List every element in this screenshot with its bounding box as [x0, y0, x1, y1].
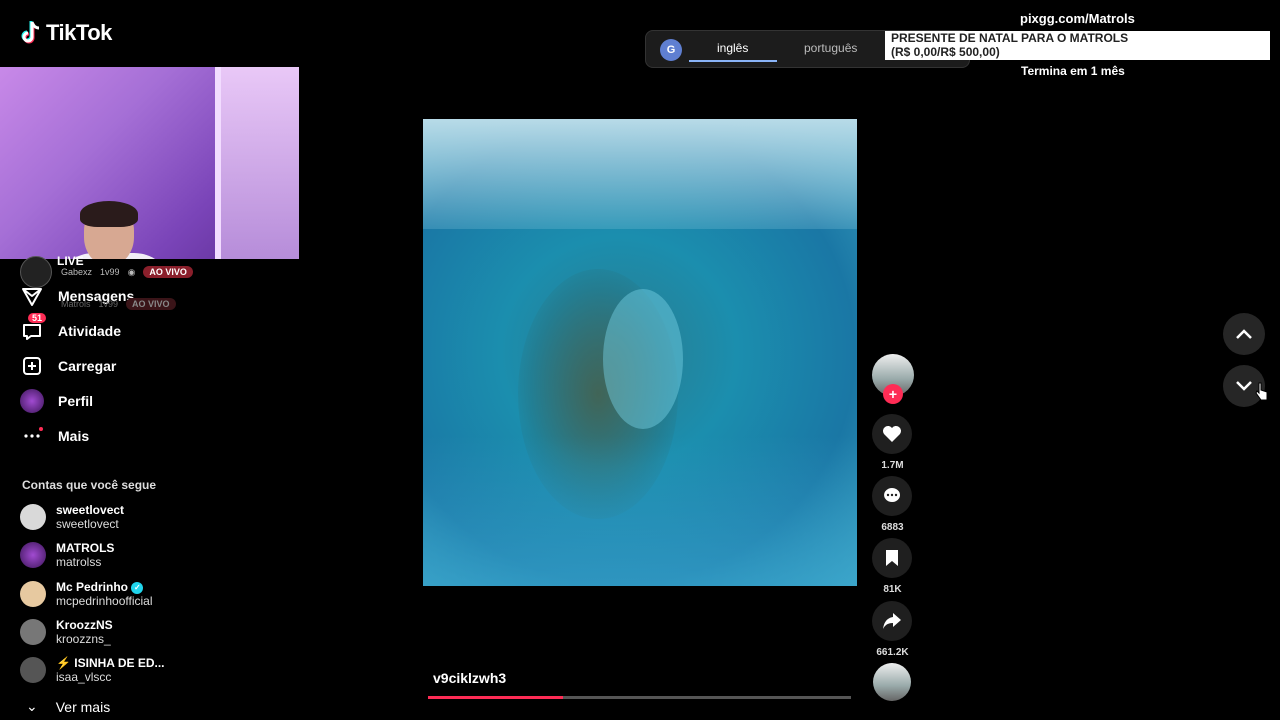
account-handle: mcpedrinhoofficial [56, 594, 153, 608]
tiktok-logo[interactable]: TikTok [20, 20, 112, 46]
nav-upload-label: Carregar [58, 358, 117, 374]
live-streamer-name: Gabexz [61, 267, 93, 277]
chevron-down-icon: ⌄ [26, 698, 38, 714]
avatar [20, 619, 46, 645]
video-bottom [423, 436, 857, 586]
video-progress-fill [428, 696, 564, 699]
activity-badge: 51 [28, 313, 47, 323]
video-player[interactable] [423, 119, 857, 586]
previous-video-button[interactable] [1223, 313, 1265, 355]
account-name: sweetlovect [56, 503, 125, 517]
logo-text: TikTok [46, 20, 112, 45]
following-section-title: Contas que você segue [22, 478, 157, 492]
comment-icon [872, 476, 912, 516]
video-progress-bar[interactable] [428, 696, 851, 699]
account-handle: kroozzns_ [56, 632, 111, 646]
share-button[interactable]: 661.2K [872, 601, 913, 658]
promo-title: PRESENTE DE NATAL PARA O MATROLS [891, 31, 1129, 45]
avatar [20, 504, 46, 530]
plus-square-icon [20, 354, 44, 378]
creator-avatar-button[interactable]: + [872, 354, 914, 404]
active-tab-indicator [689, 60, 777, 62]
avatar [20, 657, 46, 683]
nav-profile-label: Perfil [58, 393, 94, 409]
see-more-label: Ver mais [55, 698, 111, 715]
nav-more-label: Mais [58, 428, 90, 444]
account-name: KroozzNS [56, 618, 113, 632]
promo-amount: (R$ 0,00/R$ 500,00) [891, 45, 1000, 59]
account-handle: isaa_vlscc [56, 670, 112, 684]
promo-ends: Termina em 1 mês [1021, 64, 1125, 78]
live-row-gabexz[interactable]: Gabexz 1v99 ◉ AO VIVO [61, 266, 193, 278]
following-item[interactable]: KroozzNS kroozzns_ [20, 618, 113, 646]
viewer-count: 1v99 [98, 299, 119, 309]
account-handle: matrolss [56, 555, 102, 569]
tiktok-note-icon [21, 21, 40, 44]
nav-upload[interactable]: Carregar [20, 354, 116, 378]
account-handle: sweetlovect [56, 517, 119, 531]
bookmark-icon [872, 538, 912, 578]
live-badge: AO VIVO [143, 266, 193, 278]
send-icon [20, 284, 44, 308]
following-item[interactable]: sweetlovect sweetlovect [20, 503, 124, 531]
like-count: 1.7M [881, 460, 904, 471]
hand-cursor-icon [1255, 382, 1269, 407]
comment-count: 6883 [881, 522, 904, 533]
live-badge: AO VIVO [126, 298, 176, 310]
nav-activity[interactable]: 51 Atividade [20, 313, 122, 343]
webcam-overlay [0, 67, 299, 259]
save-count: 81K [883, 584, 902, 595]
video-sand [603, 289, 683, 429]
video-caption[interactable]: v9ciklzwh3 [433, 670, 506, 686]
follow-plus-icon[interactable]: + [883, 384, 903, 404]
more-dots-icon [20, 424, 44, 448]
avatar [20, 581, 46, 607]
google-translate-icon[interactable]: G [660, 39, 682, 61]
following-item[interactable]: MATROLS matrolss [20, 541, 114, 569]
chevron-down-icon [1236, 381, 1252, 391]
webcam-person-hair [80, 201, 138, 227]
profile-avatar [20, 389, 44, 413]
webcam-window [215, 67, 299, 259]
share-icon [872, 601, 912, 641]
sound-disc-button[interactable] [872, 663, 913, 701]
chevron-up-icon [1236, 329, 1252, 339]
following-item[interactable]: Mc Pedrinho ✓ mcpedrinhoofficial [20, 580, 153, 608]
account-name: ⚡ ISINHA DE ED... [56, 656, 165, 670]
avatar [20, 542, 46, 568]
account-name: Mc Pedrinho [56, 580, 129, 594]
live-streamer-name: Matrols [61, 299, 91, 309]
following-item[interactable]: ⚡ ISINHA DE ED... isaa_vlscc [20, 656, 165, 684]
tab-english[interactable]: inglês [717, 41, 748, 55]
verified-icon: ✓ [131, 581, 144, 594]
nav-more[interactable]: Mais [20, 424, 89, 448]
account-name: MATROLS [56, 541, 115, 555]
like-button[interactable]: 1.7M [872, 414, 913, 471]
see-more-button[interactable]: ⌄ Ver mais [26, 698, 110, 715]
tab-portuguese[interactable]: português [804, 41, 857, 55]
comment-button[interactable]: 6883 [872, 476, 913, 533]
eye-icon: ◉ [127, 266, 136, 277]
nav-activity-label: Atividade [58, 323, 122, 339]
inbox-icon: 51 [20, 313, 47, 343]
sound-disc-avatar [873, 663, 911, 701]
heart-icon [872, 414, 912, 454]
promo-site: pixgg.com/Matrols [1020, 11, 1135, 26]
save-button[interactable]: 81K [872, 538, 913, 595]
video-foam [423, 119, 857, 229]
live-row-matrols[interactable]: Matrols 1v99 AO VIVO [61, 298, 176, 310]
share-count: 661.2K [876, 647, 909, 658]
viewer-count: 1v99 [100, 267, 120, 277]
promo-goal-box: PRESENTE DE NATAL PARA O MATROLS (R$ 0,0… [885, 31, 1270, 60]
nav-profile[interactable]: Perfil [20, 389, 93, 413]
